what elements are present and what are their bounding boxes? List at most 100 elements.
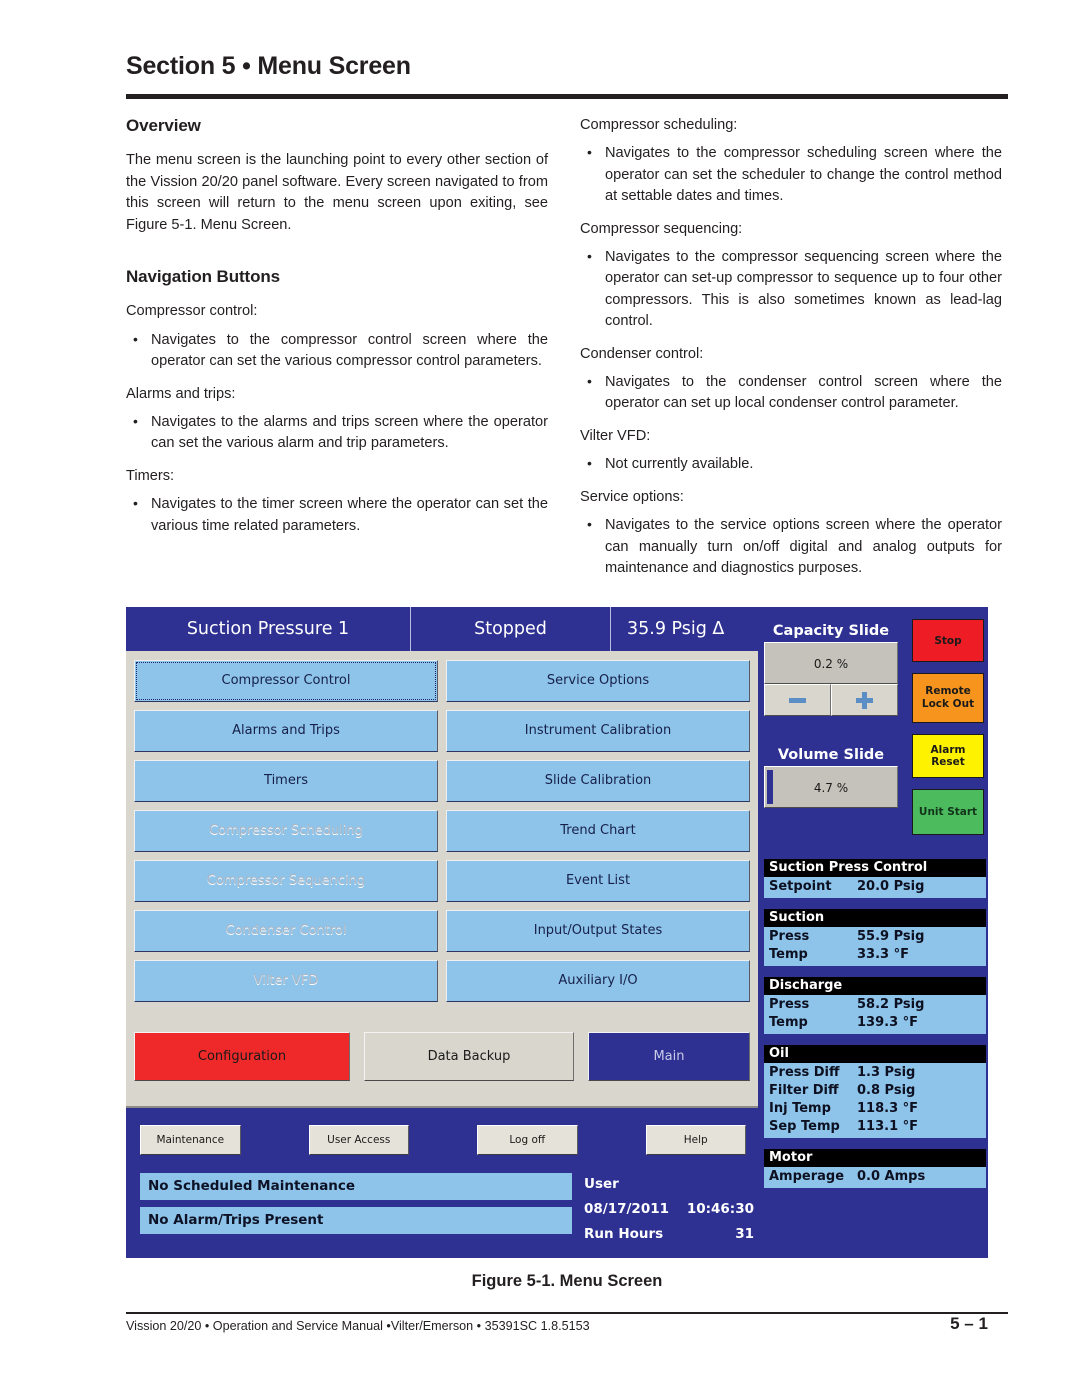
help-button[interactable]: Help — [645, 1125, 746, 1155]
list-item: Not currently available. — [580, 453, 1002, 475]
list-item: Navigates to the timer screen where the … — [126, 493, 548, 537]
unit-start-button[interactable]: Unit Start — [912, 789, 984, 835]
remote-lock-out-line1: Remote — [925, 685, 971, 697]
readout-row: Sep Temp 113.1 °F — [764, 1118, 986, 1136]
readout-body: Amperage 0.0 Amps — [764, 1167, 986, 1188]
plus-icon — [856, 691, 873, 709]
user-info-block: User 08/17/2011 10:46:30 Run Hours 31 — [584, 1172, 754, 1247]
machine-action-buttons: Stop Remote Lock Out Alarm Reset Unit St… — [912, 619, 984, 846]
stop-button[interactable]: Stop — [912, 619, 984, 662]
lead-timers: Timers: — [126, 467, 175, 484]
readout-group-oil: Oil Press Diff 1.3 Psig Filter Diff 0.8 … — [764, 1045, 986, 1138]
footer-button-row: Maintenance User Access Log off Help — [140, 1125, 746, 1155]
bullet-list-compressor-control: Navigates to the compressor control scre… — [126, 329, 548, 373]
user-label: User — [584, 1176, 619, 1192]
list-item: Navigates to the compressor control scre… — [126, 329, 548, 373]
nav-button-trend-chart[interactable]: Trend Chart — [446, 810, 750, 852]
alarm-status-bar: No Alarm/Trips Present — [140, 1207, 572, 1234]
nav-button-compressor-scheduling: Compressor Scheduling — [134, 810, 438, 852]
readout-key: Filter Diff — [769, 1083, 839, 1098]
list-item: Navigates to the alarms and trips screen… — [126, 411, 548, 455]
overview-heading: Overview — [126, 116, 201, 135]
sensor-readout-column: Suction Press Control Setpoint 20.0 Psig… — [764, 859, 986, 1199]
primary-action-row: Configuration Data Backup Main — [134, 1032, 750, 1081]
readout-row: Press Diff 1.3 Psig — [764, 1064, 986, 1082]
remote-lock-out-line2: Lock Out — [921, 698, 975, 710]
readout-title: Suction — [764, 909, 986, 927]
readout-row: Temp 139.3 °F — [764, 1014, 986, 1032]
readout-value: 139.3 °F — [857, 1015, 919, 1030]
header-control-channel: Suction Pressure 1 — [126, 607, 411, 651]
nav-button-auxiliary-io[interactable]: Auxiliary I/O — [446, 960, 750, 1002]
data-backup-button[interactable]: Data Backup — [364, 1032, 574, 1081]
bullet-list-compressor-scheduling: Navigates to the compressor scheduling s… — [580, 142, 1002, 207]
navigation-column-left: Compressor Control Alarms and Trips Time… — [134, 660, 438, 1010]
capacity-slide-group: Capacity Slide 0.2 % — [764, 623, 898, 716]
date-value: 08/17/2011 — [584, 1201, 670, 1217]
lead-condenser-control: Condenser control: — [580, 345, 704, 362]
capacity-increase-button[interactable] — [831, 684, 898, 716]
nav-button-condenser-control: Condenser Control — [134, 910, 438, 952]
hmi-footer-panel: Maintenance User Access Log off Help No … — [126, 1110, 758, 1258]
readout-value: 113.1 °F — [857, 1119, 919, 1134]
header-pressure-reading: 35.9 Psig Δ — [627, 619, 725, 639]
capacity-decrease-button[interactable] — [764, 684, 831, 716]
readout-row: Temp 33.3 °F — [764, 946, 986, 964]
nav-button-instrument-calibration[interactable]: Instrument Calibration — [446, 710, 750, 752]
log-off-button[interactable]: Log off — [477, 1125, 578, 1155]
maintenance-button[interactable]: Maintenance — [140, 1125, 241, 1155]
figure-caption: Figure 5-1. Menu Screen — [471, 1272, 663, 1290]
hmi-status-header: Suction Pressure 1 Stopped 35.9 Psig Δ — [126, 607, 758, 651]
readout-title: Motor — [764, 1149, 986, 1167]
readout-body: Press 58.2 Psig Temp 139.3 °F — [764, 995, 986, 1034]
navigation-button-grid: Compressor Control Alarms and Trips Time… — [134, 660, 750, 1010]
nav-button-alarms-and-trips[interactable]: Alarms and Trips — [134, 710, 438, 752]
nav-button-slide-calibration[interactable]: Slide Calibration — [446, 760, 750, 802]
bullet-list-condenser-control: Navigates to the condenser control scree… — [580, 371, 1002, 415]
nav-button-service-options[interactable]: Service Options — [446, 660, 750, 702]
readout-group-motor: Motor Amperage 0.0 Amps — [764, 1149, 986, 1188]
configuration-button[interactable]: Configuration — [134, 1032, 350, 1081]
overview-paragraph: The menu screen is the launching point t… — [126, 152, 548, 233]
time-value: 10:46:30 — [686, 1201, 754, 1217]
footer-manual-reference: Vission 20/20 • Operation and Service Ma… — [126, 1319, 590, 1333]
nav-button-event-list[interactable]: Event List — [446, 860, 750, 902]
readout-value: 118.3 °F — [857, 1101, 919, 1116]
nav-button-timers[interactable]: Timers — [134, 760, 438, 802]
readout-row: Filter Diff 0.8 Psig — [764, 1082, 986, 1100]
alarm-reset-button[interactable]: Alarm Reset — [912, 734, 984, 778]
readout-group-suction: Suction Press 55.9 Psig Temp 33.3 °F — [764, 909, 986, 966]
document-page: Section 5 • Menu Screen Overview The men… — [0, 0, 1080, 1397]
readout-value: 1.3 Psig — [857, 1065, 916, 1080]
readout-body: Press Diff 1.3 Psig Filter Diff 0.8 Psig… — [764, 1063, 986, 1138]
nav-button-input-output-states[interactable]: Input/Output States — [446, 910, 750, 952]
lead-compressor-control: Compressor control: — [126, 303, 258, 320]
header-run-state: Stopped — [411, 607, 611, 651]
lead-compressor-scheduling: Compressor scheduling: — [580, 117, 738, 133]
lead-compressor-sequencing: Compressor sequencing: — [580, 220, 743, 237]
bullet-list-vilter-vfd: Not currently available. — [580, 453, 1002, 475]
page-title: Section 5 • Menu Screen — [126, 52, 411, 80]
volume-slide-indicator — [767, 770, 773, 804]
status-bar-group: No Scheduled Maintenance No Alarm/Trips … — [140, 1173, 572, 1241]
bullet-list-timers: Navigates to the timer screen where the … — [126, 493, 548, 537]
volume-slide-label: Volume Slide — [777, 747, 885, 763]
lead-vilter-vfd: Vilter VFD: — [580, 427, 651, 444]
readout-value: 55.9 Psig — [857, 929, 925, 944]
main-button[interactable]: Main — [588, 1032, 750, 1081]
bullet-list-compressor-sequencing: Navigates to the compressor sequencing s… — [580, 246, 1002, 333]
remote-lock-out-button[interactable]: Remote Lock Out — [912, 673, 984, 723]
readout-group-suction-press-control: Suction Press Control Setpoint 20.0 Psig — [764, 859, 986, 898]
hmi-menu-screen-figure: Suction Pressure 1 Stopped 35.9 Psig Δ C… — [126, 607, 988, 1258]
capacity-slide-label: Capacity Slide — [772, 623, 890, 639]
right-text-column: Compressor scheduling: Navigates to the … — [580, 115, 1002, 590]
lead-alarms-and-trips: Alarms and trips: — [126, 385, 236, 402]
maintenance-status-bar: No Scheduled Maintenance — [140, 1173, 572, 1200]
readout-key: Temp — [769, 1015, 808, 1030]
run-hours-row: Run Hours 31 — [584, 1222, 754, 1247]
page-number: 5 – 1 — [950, 1314, 988, 1333]
run-hours-value: 31 — [735, 1226, 754, 1242]
nav-button-compressor-control[interactable]: Compressor Control — [134, 660, 438, 702]
list-item: Navigates to the compressor scheduling s… — [580, 142, 1002, 207]
user-access-button[interactable]: User Access — [308, 1125, 409, 1155]
